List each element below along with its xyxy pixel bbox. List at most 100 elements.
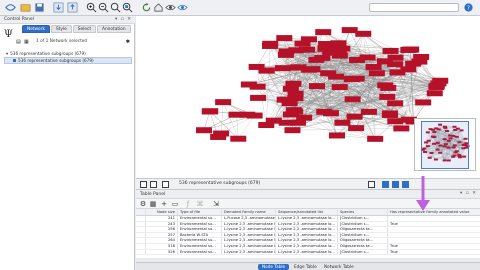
gear-icon[interactable]: ⚙ — [139, 200, 147, 208]
graph-node[interactable] — [380, 84, 397, 91]
panel-window-controls[interactable]: ▾ ▫ ✕ — [460, 191, 477, 196]
delete-column-icon[interactable]: ▭ — [171, 200, 179, 208]
network-overview[interactable] — [414, 118, 476, 171]
function-icon[interactable]: ƒ — [184, 200, 192, 208]
graph-node[interactable] — [278, 119, 295, 126]
graph-node[interactable] — [382, 47, 399, 54]
graph-node[interactable] — [288, 47, 305, 54]
graph-node[interactable] — [328, 73, 345, 80]
graph-node[interactable] — [334, 119, 351, 126]
graph-node[interactable] — [249, 83, 266, 90]
graph-node[interactable] — [322, 110, 339, 117]
graph-node[interactable] — [304, 66, 321, 73]
graph-node[interactable] — [365, 64, 382, 71]
graph-node[interactable] — [230, 135, 247, 142]
network-child-item[interactable]: 536 representative subgroups (679) — [4, 57, 132, 64]
graph-node[interactable] — [284, 127, 301, 134]
graph-node[interactable] — [300, 36, 317, 43]
tab-annotation[interactable]: Annotation — [97, 25, 131, 33]
graph-node[interactable] — [360, 108, 377, 115]
graph-node[interactable] — [341, 27, 358, 34]
home-icon[interactable] — [153, 2, 164, 13]
overview-viewport-frame[interactable] — [421, 121, 469, 169]
graph-node[interactable] — [228, 111, 245, 118]
hide-icon[interactable] — [165, 2, 176, 13]
graph-node[interactable] — [308, 56, 325, 63]
graph-node[interactable] — [379, 93, 396, 100]
graph-node[interactable] — [344, 96, 361, 103]
column-header[interactable]: Species — [338, 209, 388, 215]
search-input[interactable] — [369, 3, 459, 12]
refresh-icon[interactable] — [141, 2, 152, 13]
network-grid-icon[interactable]: ▦ — [24, 39, 29, 45]
graph-node[interactable] — [393, 125, 410, 132]
graph-node[interactable] — [331, 84, 348, 91]
add-column-icon[interactable]: + — [160, 200, 168, 208]
settings-icon[interactable]: ✱ — [126, 39, 130, 45]
graph-node[interactable] — [387, 54, 404, 61]
column-header[interactable]: Sequence/annotated list — [276, 209, 338, 215]
tab-node-table[interactable]: Node Table — [258, 264, 290, 270]
graph-node[interactable] — [426, 90, 443, 97]
graph-node[interactable] — [201, 108, 218, 115]
graph-node[interactable] — [196, 127, 213, 134]
fit-view-icon[interactable] — [402, 181, 409, 188]
zoom-out-icon[interactable] — [98, 2, 109, 13]
graph-node[interactable] — [387, 100, 404, 107]
graph-node[interactable] — [258, 122, 275, 129]
table-row[interactable]: 526 Environmental su... L-lysine 2,3 -amin… — [136, 249, 480, 256]
graph-node[interactable] — [415, 99, 432, 106]
tab-network-table[interactable]: Network Table — [320, 264, 358, 270]
graph-node[interactable] — [274, 65, 291, 72]
graph-node[interactable] — [329, 132, 346, 139]
graph-node[interactable] — [281, 100, 298, 107]
column-header[interactable]: Type of file — [178, 209, 222, 215]
import-table-icon[interactable]: ⇲ — [212, 200, 220, 208]
graph-node[interactable] — [250, 94, 267, 101]
graph-node[interactable] — [210, 133, 227, 140]
panel-window-controls[interactable]: ▾ ▫ ✕ — [115, 17, 132, 22]
graph-node[interactable] — [405, 60, 422, 67]
graph-node[interactable] — [346, 113, 363, 120]
collapse-arrow-icon[interactable]: ▾ — [6, 50, 8, 57]
graph-node[interactable] — [287, 90, 304, 97]
graph-node[interactable] — [387, 118, 404, 125]
column-header[interactable]: Demoted Family name — [222, 209, 276, 215]
layout-icon[interactable] — [392, 181, 399, 188]
graph-node[interactable] — [261, 42, 278, 49]
network-view-icon[interactable]: ▤ — [16, 39, 21, 45]
column-header[interactable]: Node size — [146, 209, 178, 215]
zoom-in-icon[interactable] — [86, 2, 97, 13]
network-root-item[interactable]: ▾ 536 representative subgroups (679) — [4, 50, 132, 57]
table-view-icon[interactable] — [150, 181, 157, 188]
graph-node[interactable] — [382, 110, 399, 117]
grid-view-icon[interactable] — [140, 181, 147, 188]
network-icon[interactable] — [5, 2, 16, 13]
export-icon[interactable] — [67, 2, 78, 13]
graph-node[interactable] — [215, 99, 232, 106]
graph-node[interactable] — [413, 53, 430, 60]
expand-view-icon[interactable] — [162, 181, 169, 188]
tab-network[interactable]: Network — [22, 25, 50, 33]
tab-select[interactable]: Select — [72, 25, 97, 33]
graph-node[interactable] — [348, 125, 365, 132]
show-all-icon[interactable] — [177, 2, 188, 13]
columns-icon[interactable]: ▦ — [149, 200, 157, 208]
zoom-fit-icon[interactable] — [110, 2, 121, 13]
graph-node[interactable] — [290, 64, 307, 71]
link-icon[interactable]: ⌘ — [196, 200, 204, 208]
graph-node[interactable] — [296, 114, 313, 121]
help-icon[interactable]: ? — [463, 2, 474, 13]
column-header[interactable]: Has representative Family annotated valu… — [388, 209, 480, 215]
overview-toggle-icon[interactable] — [382, 181, 389, 188]
zoom-selected-icon[interactable] — [122, 2, 133, 13]
graph-node[interactable] — [368, 70, 385, 77]
graph-node[interactable] — [246, 112, 263, 119]
tab-edge-table[interactable]: Edge Table — [290, 264, 321, 270]
graph-node[interactable] — [258, 67, 275, 74]
graph-node[interactable] — [330, 48, 347, 55]
graph-node[interactable] — [343, 76, 360, 83]
graph-node[interactable] — [315, 29, 332, 36]
export-image-icon[interactable] — [368, 181, 375, 188]
graph-node[interactable] — [359, 54, 376, 61]
